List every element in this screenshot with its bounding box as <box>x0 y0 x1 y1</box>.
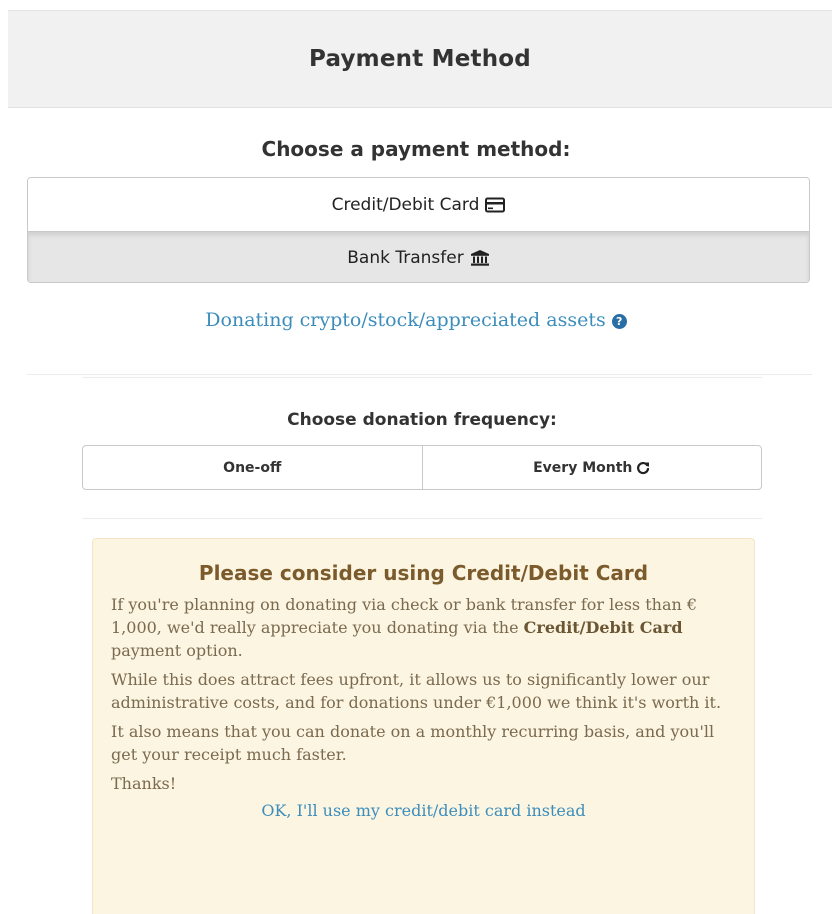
notice-paragraph: While this does attract fees upfront, it… <box>111 670 722 712</box>
crypto-assets-link[interactable]: Donating crypto/stock/appreciated assets… <box>0 309 832 331</box>
donation-frequency-group: One-off Every Month <box>82 445 762 490</box>
payment-method-prompt: Choose a payment method: <box>261 137 571 161</box>
question-circle-icon[interactable]: ? <box>611 313 627 329</box>
page-title: Payment Method <box>309 46 531 72</box>
notice-thanks: Thanks! <box>111 774 177 793</box>
refresh-icon <box>636 461 650 475</box>
notice-bold-text: Credit/Debit Card <box>523 618 683 637</box>
notice-paragraph: It also means that you can donate on a m… <box>111 722 715 764</box>
section-divider <box>27 374 812 375</box>
notice-paragraph: If you're planning on donating via check… <box>111 593 736 662</box>
donation-frequency-prompt: Choose donation frequency: <box>287 410 557 430</box>
bank-transfer-option-button[interactable]: Bank Transfer <box>28 232 809 282</box>
payment-method-group: Credit/Debit Card Bank Transfer <box>27 177 810 283</box>
every-month-button[interactable]: Every Month <box>423 446 762 489</box>
section-divider <box>82 377 762 378</box>
section-divider <box>82 518 762 519</box>
page-header: Payment Method <box>8 11 832 108</box>
credit-card-option-label: Credit/Debit Card <box>331 194 480 215</box>
credit-card-icon <box>485 197 506 213</box>
every-month-label: Every Month <box>533 459 633 476</box>
bank-icon <box>470 249 490 267</box>
credit-card-option-button[interactable]: Credit/Debit Card <box>28 178 809 232</box>
use-card-instead-link[interactable]: OK, I'll use my credit/debit card instea… <box>111 801 736 820</box>
notice-title: Please consider using Credit/Debit Card <box>198 561 649 585</box>
one-off-button[interactable]: One-off <box>83 446 423 489</box>
one-off-label: One-off <box>223 459 282 476</box>
credit-card-suggestion-notice: Please consider using Credit/Debit Card … <box>92 538 755 914</box>
crypto-assets-link-label: Donating crypto/stock/appreciated assets <box>205 309 606 331</box>
notice-text: payment option. <box>111 641 243 660</box>
bank-transfer-option-label: Bank Transfer <box>347 248 464 268</box>
